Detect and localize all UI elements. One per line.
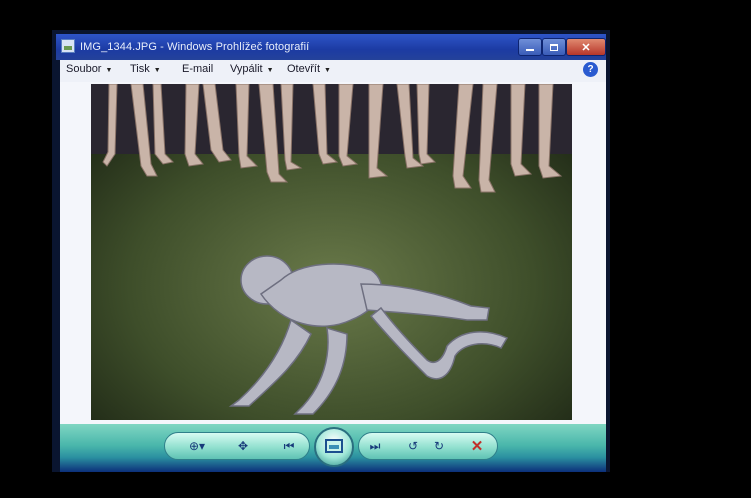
previous-icon[interactable]: ⏮ <box>277 437 301 455</box>
image-viewport <box>60 82 606 424</box>
menu-label: Otevřít <box>287 63 321 75</box>
toolbar-left-group: ⊕▾ ✥ ⏮ <box>164 432 310 460</box>
menu-soubor[interactable]: Soubor ▼ <box>66 63 112 75</box>
menu-tisk[interactable]: Tisk ▼ <box>130 63 161 75</box>
rotate-right-icon[interactable]: ↻ <box>427 437 451 455</box>
minimize-icon <box>526 49 534 51</box>
toolbar-right-group: ⏭ ↺ ↻ ✕ <box>358 432 498 460</box>
menu-otevrit[interactable]: Otevřít ▼ <box>287 63 331 75</box>
menu-label: Soubor <box>66 63 102 75</box>
window-title: IMG_1344.JPG - Windows Prohlížeč fotogra… <box>80 41 310 53</box>
menu-label: E-mail <box>182 63 214 75</box>
next-icon[interactable]: ⏭ <box>363 437 387 455</box>
bottom-toolbar: ⊕▾ ✥ ⏮ ⏭ ↺ ↻ ✕ <box>60 424 606 472</box>
menu-email[interactable]: E-mail <box>182 63 213 75</box>
menu-bar: Soubor ▼ Tisk ▼ E-mail Vypálit ▼ Otevřít ▼ ? <box>60 60 606 83</box>
slideshow-icon <box>325 439 343 453</box>
slideshow-button[interactable] <box>314 427 354 467</box>
menu-label: Vypálit <box>230 63 263 75</box>
actual-size-icon[interactable]: ✥ <box>231 437 255 455</box>
chevron-down-icon: ▼ <box>324 67 331 74</box>
photo-image <box>91 84 572 420</box>
chevron-down-icon: ▼ <box>105 67 113 74</box>
maximize-button[interactable] <box>542 38 566 56</box>
monitor-screen: IMG_1344.JPG - Windows Prohlížeč fotogra… <box>52 30 610 472</box>
chevron-down-icon: ▼ <box>266 67 274 74</box>
menu-vypalit[interactable]: Vypálit ▼ <box>230 63 274 75</box>
title-bar: IMG_1344.JPG - Windows Prohlížeč fotogra… <box>56 34 606 60</box>
help-icon[interactable]: ? <box>583 62 598 77</box>
minimize-button[interactable] <box>518 38 542 56</box>
rotate-left-icon[interactable]: ↺ <box>401 437 425 455</box>
close-button[interactable]: ✕ <box>566 38 606 56</box>
close-icon: ✕ <box>581 41 591 54</box>
maximize-icon <box>550 43 558 51</box>
chevron-down-icon: ▼ <box>153 67 161 74</box>
delete-icon[interactable]: ✕ <box>465 437 489 455</box>
zoom-icon[interactable]: ⊕▾ <box>185 437 209 455</box>
menu-label: Tisk <box>130 63 150 75</box>
photo-illustration <box>91 84 572 420</box>
photo-viewer-app-icon <box>61 39 75 53</box>
